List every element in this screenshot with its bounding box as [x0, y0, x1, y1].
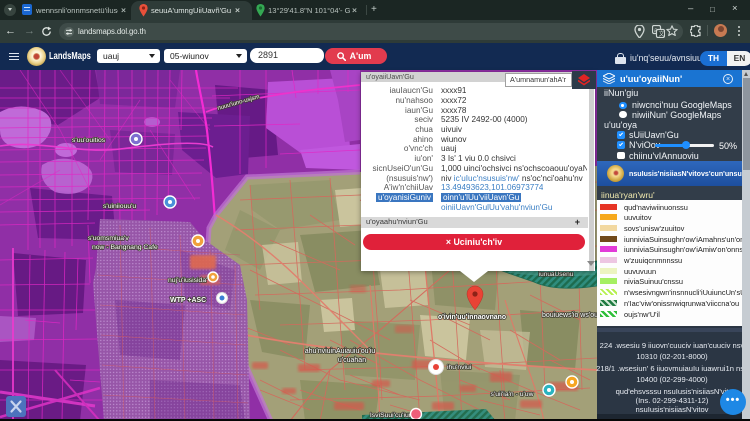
svg-text:bouiuews'io ws'ou: bouiuews'io ws'ou — [542, 312, 598, 319]
svg-text:iunuaUsenu: iunuaUsenu — [539, 271, 574, 278]
svg-text:文: 文 — [659, 30, 665, 38]
svg-text:s'uu'ouitios: s'uu'ouitios — [72, 137, 106, 144]
svg-text:now - Bangnang Cafe: now - Bangnang Cafe — [92, 244, 158, 251]
svg-text:u'cuahan: u'cuahan — [338, 357, 366, 364]
svg-text:ahu'nviuinAuiauiu'ou'iu: ahu'nviuinAuiauiu'ou'iu — [305, 348, 376, 355]
svg-text:ihu'nviui: ihu'nviui — [447, 364, 472, 371]
svg-text:s'uomsmiua'v: s'uomsmiua'v — [88, 235, 129, 242]
svg-text:nuj'u'iusisida': nuj'u'iusisida' — [168, 277, 207, 284]
svg-text:s'uiniiouu'u: s'uiniiouu'u — [103, 203, 136, 210]
svg-text:s'uii'ia'n - u'uw: s'uii'ia'n - u'uw — [491, 391, 534, 398]
svg-text:WTP +ASC: WTP +ASC — [170, 297, 206, 304]
svg-text:o'ivin'uu'innaovnano: o'ivin'uu'innaovnano — [438, 314, 506, 321]
